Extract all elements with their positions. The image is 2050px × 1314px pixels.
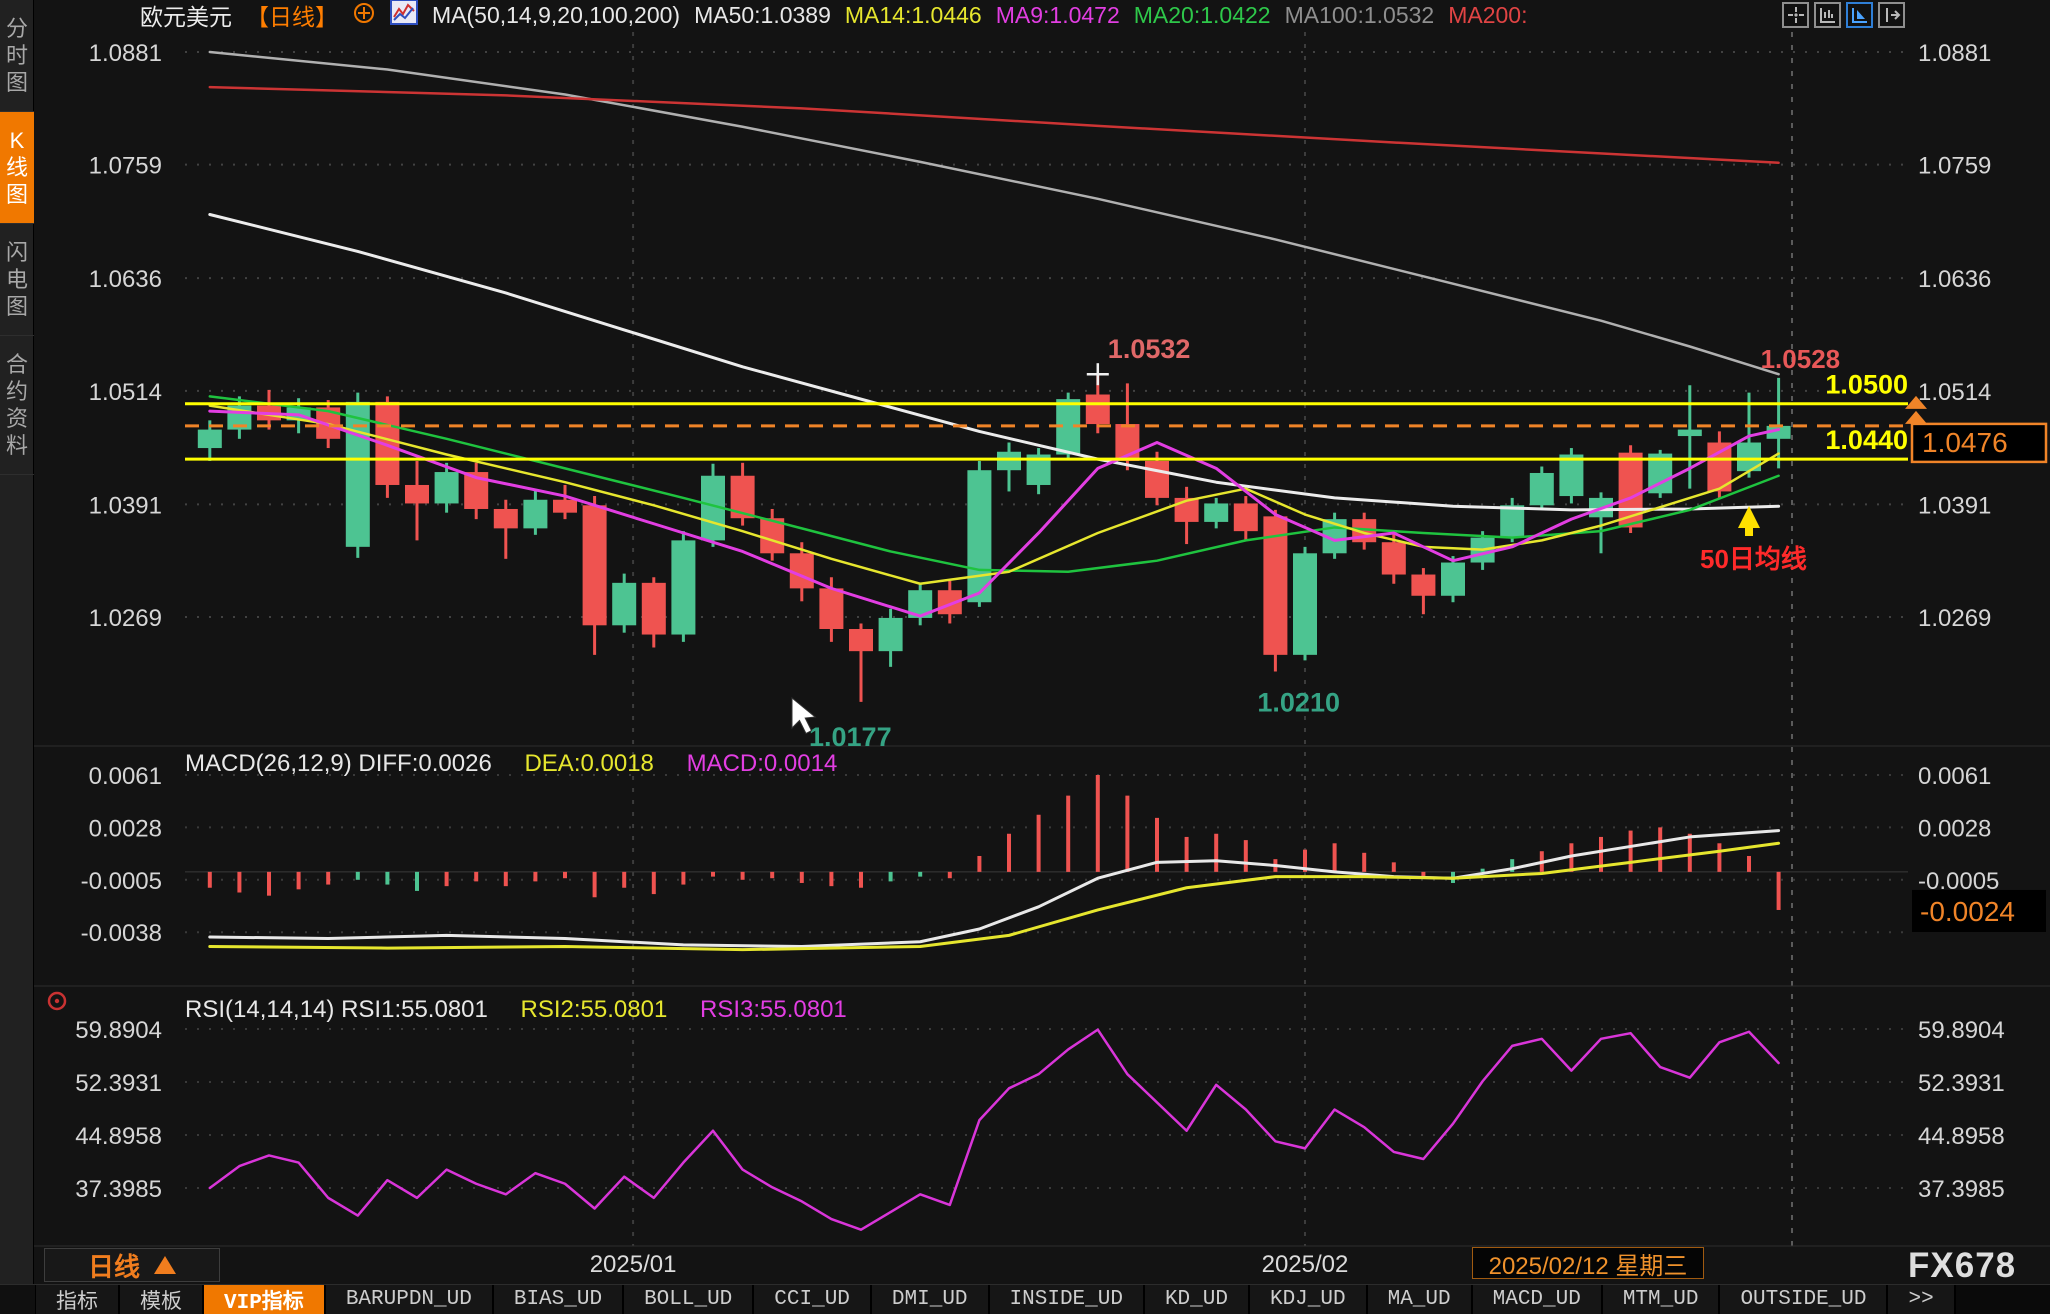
rsi-header: RSI(14,14,14) RSI1:55.0801 RSI2:55.0801 …	[185, 996, 873, 1024]
svg-text:59.8904: 59.8904	[1918, 1017, 2005, 1044]
svg-text:1.0269: 1.0269	[89, 605, 162, 632]
svg-text:1.0514: 1.0514	[89, 379, 162, 406]
svg-text:0.0028: 0.0028	[1918, 815, 1991, 842]
svg-text:1.0210: 1.0210	[1257, 687, 1340, 717]
svg-text:-0.0005: -0.0005	[81, 868, 162, 895]
ma-settings-label: MA(50,14,9,20,100,200)	[432, 2, 680, 29]
svg-text:2025/02: 2025/02	[1262, 1251, 1349, 1278]
svg-text:0.0061: 0.0061	[1918, 763, 1991, 790]
period-selector-label: 日线	[88, 1247, 140, 1284]
rsi3-label: RSI3:55.0801	[700, 996, 847, 1023]
tab-vip-indicators[interactable]: VIP指标	[204, 1285, 326, 1314]
svg-text:1.0881: 1.0881	[1918, 40, 1991, 67]
svg-text:1.0759: 1.0759	[89, 153, 162, 180]
svg-text:-0.0038: -0.0038	[81, 920, 162, 947]
svg-text:1.0391: 1.0391	[89, 492, 162, 519]
svg-text:37.3985: 37.3985	[1918, 1176, 2005, 1203]
svg-text:52.3931: 52.3931	[1918, 1070, 2005, 1097]
macd-dea-label: DEA:0.0018	[524, 750, 653, 777]
axis-play-icon[interactable]	[1846, 2, 1873, 28]
record-dot-icon	[46, 990, 68, 1017]
tab-macd-ud[interactable]: MACD_UD	[1473, 1285, 1603, 1314]
ma20-value: MA20:1.0422	[1134, 2, 1271, 29]
period-title: 【日线】	[246, 0, 338, 32]
tab-mtm-ud[interactable]: MTM_UD	[1603, 1285, 1721, 1314]
chart-canvas[interactable]: 1.0881 1.0881 1.0759 1.0759 1.0636 1.0636 1.05…	[0, 0, 2050, 1314]
svg-text:0.0061: 0.0061	[89, 763, 162, 790]
svg-text:1.0476: 1.0476	[1922, 427, 2008, 458]
sidebar-item-lightning-chart[interactable]: 闪电图	[0, 224, 34, 336]
rsi1-label: RSI(14,14,14) RSI1:55.0801	[185, 996, 488, 1023]
ma100-value: MA100:1.0532	[1285, 2, 1435, 29]
indicator-toolbar: 指标 模板 VIP指标 BARUPDN_UD BIAS_UD BOLL_UD C…	[0, 1284, 2050, 1314]
macd-header: MACD(26,12,9) DIFF:0.0026 DEA:0.0018 MAC…	[185, 750, 863, 778]
toolbar-corner	[0, 1285, 36, 1314]
axis-shift-icon[interactable]	[1878, 2, 1905, 28]
svg-text:0.0028: 0.0028	[89, 815, 162, 842]
svg-text:1.0528: 1.0528	[1761, 344, 1841, 374]
svg-text:1.0532: 1.0532	[1108, 334, 1191, 364]
tab-bias-ud[interactable]: BIAS_UD	[494, 1285, 624, 1314]
svg-text:44.8958: 44.8958	[75, 1123, 162, 1150]
svg-text:59.8904: 59.8904	[75, 1017, 162, 1044]
sidebar-item-kline-chart[interactable]: K线图	[0, 112, 34, 224]
svg-text:2025/01: 2025/01	[590, 1251, 677, 1278]
macd-value-label: MACD:0.0014	[687, 750, 838, 777]
toolbar-filler	[1956, 1285, 2050, 1314]
rsi2-label: RSI2:55.0801	[521, 996, 668, 1023]
tab-barupdn-ud[interactable]: BARUPDN_UD	[326, 1285, 494, 1314]
symbol-title: 欧元美元	[140, 0, 232, 32]
sidebar-item-time-chart[interactable]: 分时图	[0, 0, 34, 112]
chart-toolbar-icons	[1782, 2, 1905, 28]
tab-more[interactable]: >>	[1888, 1285, 1955, 1314]
tab-cci-ud[interactable]: CCI_UD	[754, 1285, 872, 1314]
tab-inside-ud[interactable]: INSIDE_UD	[990, 1285, 1145, 1314]
crosshair-icon[interactable]	[1782, 2, 1809, 28]
svg-text:1.0177: 1.0177	[809, 722, 892, 752]
mini-chart-icon[interactable]	[390, 0, 418, 31]
ma200-value: MA200:	[1448, 2, 1527, 29]
macd-diff-label: MACD(26,12,9) DIFF:0.0026	[185, 750, 492, 777]
svg-text:-0.0024: -0.0024	[1920, 896, 2015, 927]
svg-text:44.8958: 44.8958	[1918, 1123, 2005, 1150]
svg-text:50日均线: 50日均线	[1700, 544, 1807, 574]
svg-text:1.0514: 1.0514	[1918, 379, 1991, 406]
chart-header: 欧元美元 【日线】 MA(50,14,9,20,100,200) MA50:1.…	[140, 0, 1527, 30]
brand-logo: FX678	[1908, 1246, 2016, 1286]
trading-terminal: 1.0881 1.0881 1.0759 1.0759 1.0636 1.0636 1.05…	[0, 0, 2050, 1314]
tab-boll-ud[interactable]: BOLL_UD	[624, 1285, 754, 1314]
tab-ma-ud[interactable]: MA_UD	[1368, 1285, 1473, 1314]
tab-kd-ud[interactable]: KD_UD	[1145, 1285, 1250, 1314]
ma14-value: MA14:1.0446	[845, 2, 982, 29]
svg-text:1.0636: 1.0636	[89, 266, 162, 293]
svg-text:1.0269: 1.0269	[1918, 605, 1991, 632]
sidebar-item-contract-info[interactable]: 合约资料	[0, 336, 34, 475]
period-selector[interactable]: 日线	[44, 1248, 220, 1282]
svg-text:52.3931: 52.3931	[75, 1070, 162, 1097]
svg-text:1.0881: 1.0881	[89, 40, 162, 67]
tab-outside-ud[interactable]: OUTSIDE_UD	[1720, 1285, 1888, 1314]
crosshair-date-box: 2025/02/12 星期三	[1472, 1247, 1704, 1279]
svg-text:1.0759: 1.0759	[1918, 153, 1991, 180]
tab-kdj-ud[interactable]: KDJ_UD	[1250, 1285, 1368, 1314]
svg-text:1.0500: 1.0500	[1825, 370, 1908, 400]
svg-text:1.0636: 1.0636	[1918, 266, 1991, 293]
ma50-value: MA50:1.0389	[694, 2, 831, 29]
tab-templates[interactable]: 模板	[120, 1285, 204, 1314]
tab-dmi-ud[interactable]: DMI_UD	[872, 1285, 990, 1314]
svg-text:1.0440: 1.0440	[1825, 425, 1908, 455]
ma9-value: MA9:1.0472	[996, 2, 1120, 29]
tab-indicators[interactable]: 指标	[36, 1285, 120, 1314]
circle-plus-icon[interactable]	[352, 0, 376, 30]
triangle-up-icon	[154, 1256, 176, 1274]
svg-text:37.3985: 37.3985	[75, 1176, 162, 1203]
svg-text:1.0391: 1.0391	[1918, 492, 1991, 519]
chart-type-sidebar: 分时图 K线图 闪电图 合约资料	[0, 0, 34, 1284]
axis-compress-icon[interactable]	[1814, 2, 1841, 28]
